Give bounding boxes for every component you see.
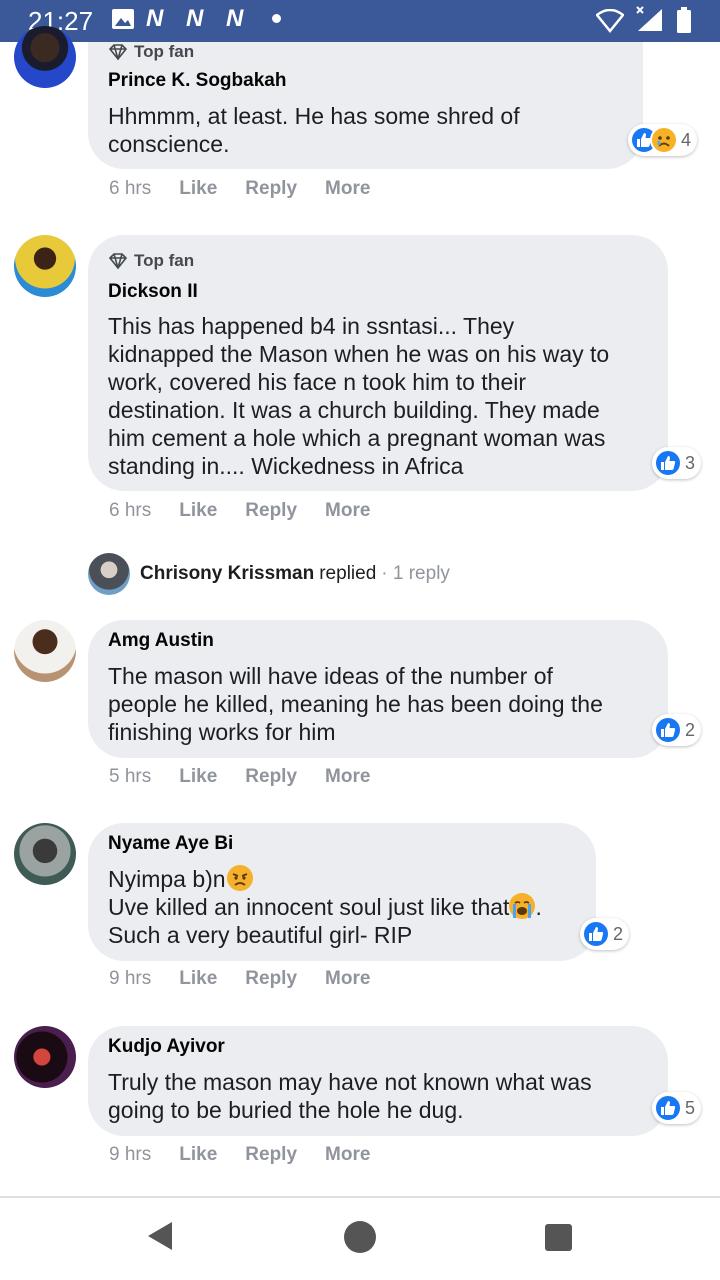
comment-author[interactable]: Kudjo Ayivor — [108, 1036, 225, 1058]
reaction-count: 2 — [685, 719, 696, 740]
comment-time[interactable]: 6 hrs — [109, 500, 151, 522]
view-replies-link[interactable]: Chrisony Krissman replied · 1 reply — [88, 553, 450, 595]
more-button[interactable]: More — [325, 766, 370, 788]
comment-actions: 5 hrs Like Reply More — [109, 766, 398, 788]
more-button[interactable]: More — [325, 1144, 370, 1166]
comment-text-line: . — [535, 894, 542, 920]
reaction-summary[interactable]: 3 — [652, 447, 702, 479]
comment-bubble: Amg Austin The mason will have ideas of … — [88, 620, 668, 758]
reaction-summary[interactable]: 2 — [580, 918, 630, 950]
diamond-icon — [108, 44, 128, 60]
comment-text: Truly the mason may have not known what … — [108, 1069, 592, 1123]
gallery-icon — [112, 9, 134, 29]
comment-text: The mason will have ideas of the number … — [108, 663, 603, 745]
like-reaction-icon — [582, 920, 610, 948]
status-bar: 21:27 N N N — [0, 0, 720, 42]
avatar[interactable] — [14, 823, 76, 885]
comment-text: Nyimpa b)n Uve killed an innocent soul j… — [108, 865, 542, 949]
comment-author[interactable]: Dickson II — [108, 281, 198, 303]
comment-bubble: Top fan Dickson II This has happened b4 … — [88, 235, 668, 491]
top-fan-badge: Top fan — [108, 42, 194, 62]
reaction-summary[interactable]: 5 — [652, 1092, 702, 1124]
comment-bubble: Top fan Prince K. Sogbakah Hhmmm, at lea… — [88, 42, 643, 169]
reply-author: Chrisony Krissman — [140, 563, 315, 584]
comment-item: Kudjo Ayivor Truly the mason may have no… — [0, 1026, 720, 1176]
comment-bubble: Nyame Aye Bi Nyimpa b)n Uve killed an in… — [88, 823, 596, 961]
n-icon: N — [146, 5, 163, 32]
wifi-icon — [596, 9, 624, 33]
reply-button[interactable]: Reply — [245, 178, 297, 200]
more-button[interactable]: More — [325, 500, 370, 522]
comment-actions: 6 hrs Like Reply More — [109, 178, 398, 200]
avatar[interactable] — [14, 620, 76, 682]
comment-item: Nyame Aye Bi Nyimpa b)n Uve killed an in… — [0, 823, 720, 998]
comment-bubble: Kudjo Ayivor Truly the mason may have no… — [88, 1026, 668, 1136]
comment-actions: 9 hrs Like Reply More — [109, 1144, 398, 1166]
comment-text-line: Nyimpa b)n — [108, 866, 226, 892]
comment-text: This has happened b4 in ssntasi... They … — [108, 313, 610, 479]
like-button[interactable]: Like — [179, 766, 217, 788]
reply-button[interactable]: Reply — [245, 500, 297, 522]
navigation-bar — [0, 1198, 720, 1280]
diamond-icon — [108, 253, 128, 269]
battery-icon — [677, 7, 691, 33]
reaction-count: 4 — [681, 129, 692, 150]
more-button[interactable]: More — [325, 178, 370, 200]
like-button[interactable]: Like — [179, 1144, 217, 1166]
reply-button[interactable]: Reply — [245, 766, 297, 788]
comment-time[interactable]: 6 hrs — [109, 178, 151, 200]
comment-text: Hhmmm, at least. He has some shred of co… — [108, 103, 520, 157]
dot-icon — [272, 14, 281, 23]
top-fan-label: Top fan — [134, 42, 195, 61]
top-fan-label: Top fan — [134, 251, 195, 270]
reaction-count: 5 — [685, 1097, 696, 1118]
comment-item: Amg Austin The mason will have ideas of … — [0, 620, 720, 790]
signal-icon — [636, 6, 662, 31]
avatar — [88, 553, 130, 595]
like-button[interactable]: Like — [179, 178, 217, 200]
comment-author[interactable]: Amg Austin — [108, 630, 214, 652]
angry-emoji-icon — [226, 865, 253, 891]
avatar[interactable] — [14, 235, 76, 297]
comment-actions: 6 hrs Like Reply More — [109, 500, 398, 522]
comment-text-line: Uve killed an innocent soul just like th… — [108, 894, 510, 920]
sad-reaction-icon — [650, 126, 678, 154]
reaction-summary[interactable]: 4 — [628, 124, 698, 156]
comment-time[interactable]: 9 hrs — [109, 1144, 151, 1166]
reaction-count: 2 — [613, 923, 624, 944]
home-icon[interactable] — [344, 1221, 376, 1253]
comment-actions: 9 hrs Like Reply More — [109, 968, 398, 990]
like-reaction-icon — [654, 1094, 682, 1122]
crying-emoji-icon — [509, 893, 536, 919]
comment-time[interactable]: 9 hrs — [109, 968, 151, 990]
comment-item: Top fan Prince K. Sogbakah Hhmmm, at lea… — [0, 26, 720, 212]
n-icon: N — [186, 5, 203, 32]
comment-item: Top fan Dickson II This has happened b4 … — [0, 235, 720, 535]
reply-count: · 1 reply — [381, 563, 450, 584]
avatar[interactable] — [14, 26, 76, 88]
top-fan-badge: Top fan — [108, 251, 194, 271]
comment-time[interactable]: 5 hrs — [109, 766, 151, 788]
reaction-count: 3 — [685, 452, 696, 473]
reply-verb: replied — [319, 563, 377, 584]
comment-text-line: Such a very beautiful girl- RIP — [108, 922, 413, 948]
n-icon: N — [226, 5, 243, 32]
reaction-summary[interactable]: 2 — [652, 714, 702, 746]
avatar[interactable] — [14, 1026, 76, 1088]
like-reaction-icon — [654, 449, 682, 477]
reply-button[interactable]: Reply — [245, 1144, 297, 1166]
like-reaction-icon — [654, 716, 682, 744]
comment-author[interactable]: Prince K. Sogbakah — [108, 70, 286, 92]
back-icon[interactable] — [146, 1220, 174, 1252]
more-button[interactable]: More — [325, 968, 370, 990]
comment-author[interactable]: Nyame Aye Bi — [108, 833, 233, 855]
like-button[interactable]: Like — [179, 968, 217, 990]
like-button[interactable]: Like — [179, 500, 217, 522]
recents-icon[interactable] — [545, 1224, 572, 1251]
reply-button[interactable]: Reply — [245, 968, 297, 990]
